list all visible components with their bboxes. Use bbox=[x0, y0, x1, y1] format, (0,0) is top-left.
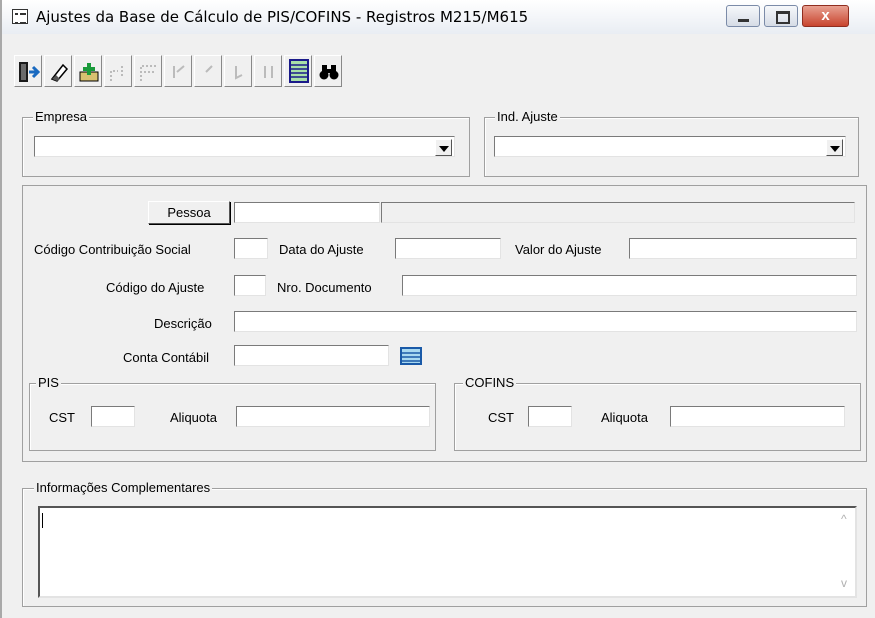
pessoa-code-field[interactable] bbox=[234, 202, 380, 223]
application-window: Ajustes da Base de Cálculo de PIS/COFINS… bbox=[0, 0, 875, 618]
codigo-ajuste-label: Código do Ajuste bbox=[106, 280, 205, 295]
cofins-aliquota-label: Aliquota bbox=[601, 410, 648, 425]
codigo-ajuste-field[interactable] bbox=[234, 275, 266, 296]
delete-icon bbox=[140, 65, 156, 81]
pis-legend: PIS bbox=[36, 375, 61, 390]
binoculars-icon bbox=[319, 65, 339, 80]
edit-button[interactable] bbox=[104, 55, 132, 87]
valor-ajuste-field[interactable] bbox=[629, 238, 857, 259]
first-record-button[interactable] bbox=[164, 55, 192, 87]
main-panel: Pessoa Código Contribuição Social Data d… bbox=[22, 185, 867, 462]
textarea-scrollbar[interactable]: ^ v bbox=[837, 508, 855, 596]
ind-ajuste-select[interactable] bbox=[494, 136, 846, 157]
window-title: Ajustes da Base de Cálculo de PIS/COFINS… bbox=[36, 8, 529, 26]
eraser-icon bbox=[50, 63, 69, 82]
conta-contabil-label: Conta Contábil bbox=[123, 350, 209, 365]
close-button[interactable]: x bbox=[802, 5, 849, 27]
previous-record-button[interactable] bbox=[194, 55, 222, 87]
empresa-group: Empresa bbox=[22, 109, 470, 177]
descricao-field[interactable] bbox=[234, 311, 857, 332]
search-button[interactable] bbox=[314, 55, 342, 87]
cofins-cst-label: CST bbox=[488, 410, 514, 425]
first-record-icon bbox=[173, 65, 185, 78]
title-bar[interactable]: Ajustes da Base de Cálculo de PIS/COFINS… bbox=[2, 0, 875, 34]
chevron-down-icon[interactable]: v bbox=[841, 576, 847, 590]
pessoa-name-field bbox=[381, 202, 855, 223]
codigo-contribuicao-label: Código Contribuição Social bbox=[34, 242, 191, 257]
last-record-button[interactable] bbox=[254, 55, 282, 87]
info-complementares-textarea[interactable]: ^ v bbox=[38, 506, 857, 598]
info-complementares-legend: Informações Complementares bbox=[34, 480, 213, 495]
pis-group: PIS CST Aliquota bbox=[29, 375, 436, 451]
exit-button[interactable] bbox=[14, 55, 42, 87]
add-button[interactable] bbox=[74, 55, 102, 87]
text-cursor bbox=[42, 513, 43, 528]
toolbar bbox=[4, 55, 875, 93]
descricao-label: Descrição bbox=[154, 316, 212, 331]
last-record-icon bbox=[264, 66, 273, 78]
next-record-icon bbox=[235, 66, 243, 80]
pis-aliquota-field[interactable] bbox=[236, 406, 430, 427]
pis-cst-field[interactable] bbox=[91, 406, 135, 427]
empresa-select[interactable] bbox=[34, 136, 455, 157]
clear-button[interactable] bbox=[44, 55, 72, 87]
delete-button[interactable] bbox=[134, 55, 162, 87]
codigo-contribuicao-field[interactable] bbox=[234, 238, 268, 259]
cofins-aliquota-field[interactable] bbox=[670, 406, 845, 427]
close-icon: x bbox=[821, 7, 830, 24]
pessoa-button[interactable]: Pessoa bbox=[148, 201, 230, 224]
cofins-legend: COFINS bbox=[463, 375, 517, 390]
pis-cst-label: CST bbox=[49, 410, 75, 425]
window-icon bbox=[12, 9, 28, 24]
edit-icon bbox=[110, 66, 123, 81]
ind-ajuste-group: Ind. Ajuste bbox=[484, 109, 859, 177]
data-ajuste-label: Data do Ajuste bbox=[279, 242, 364, 257]
valor-ajuste-label: Valor do Ajuste bbox=[515, 242, 602, 257]
conta-lookup-button[interactable] bbox=[399, 344, 425, 368]
conta-contabil-field[interactable] bbox=[234, 345, 389, 366]
maximize-button[interactable] bbox=[764, 5, 798, 27]
chevron-up-icon[interactable]: ^ bbox=[841, 512, 847, 526]
next-record-button[interactable] bbox=[224, 55, 252, 87]
info-complementares-group: Informações Complementares ^ v bbox=[22, 480, 867, 607]
chevron-down-icon[interactable] bbox=[435, 139, 452, 156]
list-button[interactable] bbox=[284, 55, 312, 87]
list-icon bbox=[289, 59, 309, 83]
empresa-legend: Empresa bbox=[33, 109, 90, 124]
pis-aliquota-label: Aliquota bbox=[170, 410, 217, 425]
minimize-button[interactable] bbox=[726, 5, 760, 27]
nro-documento-field[interactable] bbox=[402, 275, 857, 296]
ind-ajuste-legend: Ind. Ajuste bbox=[495, 109, 560, 124]
cofins-cst-field[interactable] bbox=[528, 406, 572, 427]
exit-icon bbox=[19, 62, 40, 82]
add-icon bbox=[79, 63, 99, 82]
prev-record-icon bbox=[205, 65, 213, 73]
cofins-group: COFINS CST Aliquota bbox=[454, 375, 861, 451]
data-ajuste-field[interactable] bbox=[395, 238, 501, 259]
chevron-down-icon[interactable] bbox=[826, 139, 843, 156]
nro-documento-label: Nro. Documento bbox=[277, 280, 372, 295]
list-icon bbox=[400, 347, 422, 365]
